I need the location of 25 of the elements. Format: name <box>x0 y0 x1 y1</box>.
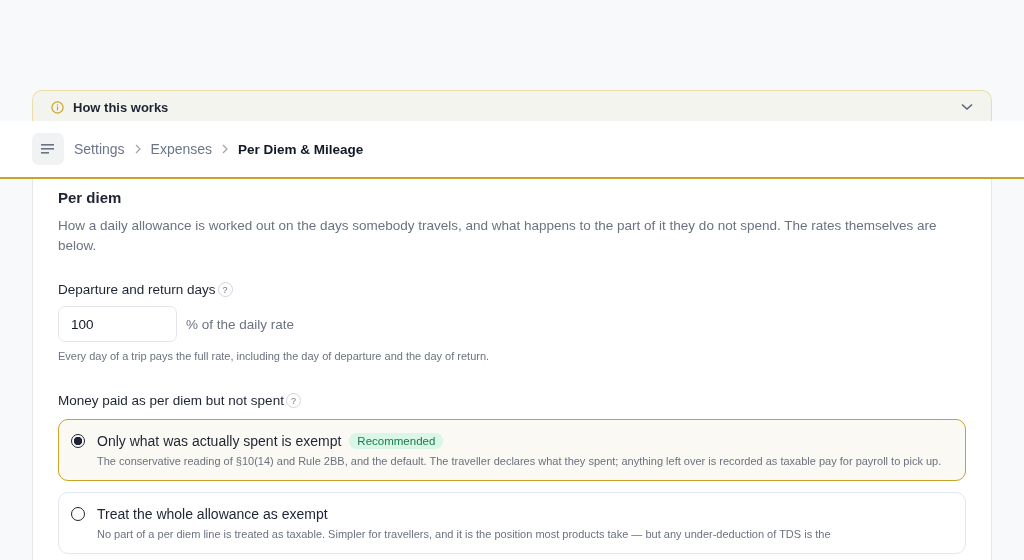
menu-button[interactable] <box>32 133 64 165</box>
notice-title: How this works <box>73 99 170 115</box>
option-title: Only what was actually spent is exempt <box>97 433 342 449</box>
field-label: Departure and return days <box>58 282 216 297</box>
field-suffix: % of the daily rate <box>186 316 295 332</box>
chevron-right-icon <box>134 144 141 154</box>
chevron-right-icon <box>222 144 229 154</box>
field-label: Money paid as per diem but not spent <box>58 393 284 408</box>
radio-button[interactable] <box>71 434 85 448</box>
info-icon <box>51 100 64 114</box>
option-card[interactable] <box>58 419 966 481</box>
option-description: The conservative reading of §10(14) and Rule 2BB, and the default. The traveller declares what they spent; anything left over is recorded as taxable pay for payroll to pick up. <box>97 454 942 469</box>
option-title: Treat the whole allowance as exempt <box>97 506 328 522</box>
section-title: Per diem <box>58 189 123 206</box>
breadcrumb-item: Per Diem & Mileage <box>238 141 364 157</box>
breadcrumb-item[interactable]: Expenses <box>150 141 213 157</box>
percent-field[interactable]: 100 <box>58 306 177 342</box>
option-card[interactable]: Treat the whole allowance as exempt No part of a per diem line is treated as taxable. Simpler for travellers, and it is the position most products take — but any under-deduction of TDS is the <box>58 492 966 554</box>
field-hint: Every day of a trip pays the full rate, including the day of departure and the day of return. <box>58 350 491 362</box>
notice-panel[interactable]: How this works <box>32 90 992 121</box>
section-description: How a daily allowance is worked out on the days somebody travels, and what happens to the part of it they do not spend. The rates themselves are below. <box>58 217 938 255</box>
breadcrumb-item[interactable]: Settings <box>74 141 125 157</box>
option-description: No part of a per diem line is treated as taxable. Simpler for travellers, and it is the position most products take — but any under-deduction of TDS is the <box>97 527 831 542</box>
recommended-badge: Recommended <box>349 433 444 449</box>
menu-icon <box>41 143 55 155</box>
